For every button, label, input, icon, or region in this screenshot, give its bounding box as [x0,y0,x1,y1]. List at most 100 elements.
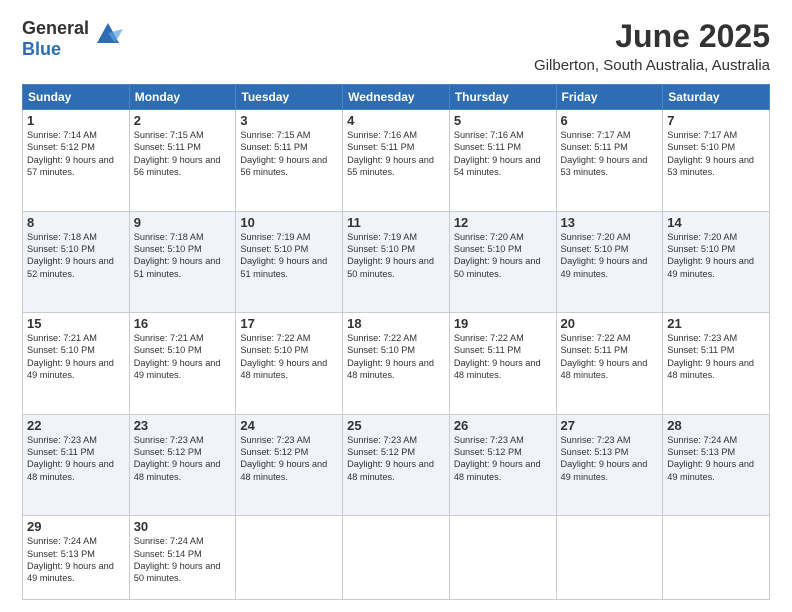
day-number: 1 [27,113,125,128]
day-info: Sunrise: 7:24 AMSunset: 5:14 PMDaylight:… [134,535,232,585]
day-number: 12 [454,215,552,230]
table-row: 28Sunrise: 7:24 AMSunset: 5:13 PMDayligh… [663,414,770,516]
table-row: 18Sunrise: 7:22 AMSunset: 5:10 PMDayligh… [343,313,450,415]
table-row: 4Sunrise: 7:16 AMSunset: 5:11 PMDaylight… [343,110,450,212]
table-row [449,516,556,600]
table-row: 22Sunrise: 7:23 AMSunset: 5:11 PMDayligh… [23,414,130,516]
table-row [663,516,770,600]
header: General Blue June 2025 Gilberton, South … [22,18,770,74]
day-info: Sunrise: 7:24 AMSunset: 5:13 PMDaylight:… [27,535,125,585]
day-info: Sunrise: 7:19 AMSunset: 5:10 PMDaylight:… [347,231,445,281]
day-number: 9 [134,215,232,230]
table-row: 5Sunrise: 7:16 AMSunset: 5:11 PMDaylight… [449,110,556,212]
day-number: 4 [347,113,445,128]
day-info: Sunrise: 7:22 AMSunset: 5:10 PMDaylight:… [240,332,338,382]
day-info: Sunrise: 7:20 AMSunset: 5:10 PMDaylight:… [561,231,659,281]
day-number: 19 [454,316,552,331]
table-row: 14Sunrise: 7:20 AMSunset: 5:10 PMDayligh… [663,211,770,313]
day-info: Sunrise: 7:14 AMSunset: 5:12 PMDaylight:… [27,129,125,179]
calendar-row: 15Sunrise: 7:21 AMSunset: 5:10 PMDayligh… [23,313,770,415]
day-number: 3 [240,113,338,128]
table-row: 24Sunrise: 7:23 AMSunset: 5:12 PMDayligh… [236,414,343,516]
day-number: 7 [667,113,765,128]
col-friday: Friday [556,85,663,110]
page: General Blue June 2025 Gilberton, South … [0,0,792,612]
table-row: 11Sunrise: 7:19 AMSunset: 5:10 PMDayligh… [343,211,450,313]
day-info: Sunrise: 7:23 AMSunset: 5:12 PMDaylight:… [454,434,552,484]
day-number: 14 [667,215,765,230]
logo-text: General Blue [22,18,123,59]
day-info: Sunrise: 7:22 AMSunset: 5:11 PMDaylight:… [454,332,552,382]
table-row: 25Sunrise: 7:23 AMSunset: 5:12 PMDayligh… [343,414,450,516]
day-info: Sunrise: 7:15 AMSunset: 5:11 PMDaylight:… [240,129,338,179]
day-number: 26 [454,418,552,433]
day-info: Sunrise: 7:23 AMSunset: 5:11 PMDaylight:… [27,434,125,484]
day-number: 30 [134,519,232,534]
table-row: 20Sunrise: 7:22 AMSunset: 5:11 PMDayligh… [556,313,663,415]
col-wednesday: Wednesday [343,85,450,110]
logo-blue: Blue [22,39,61,59]
day-info: Sunrise: 7:19 AMSunset: 5:10 PMDaylight:… [240,231,338,281]
day-info: Sunrise: 7:23 AMSunset: 5:12 PMDaylight:… [240,434,338,484]
table-row: 10Sunrise: 7:19 AMSunset: 5:10 PMDayligh… [236,211,343,313]
day-info: Sunrise: 7:20 AMSunset: 5:10 PMDaylight:… [667,231,765,281]
day-info: Sunrise: 7:15 AMSunset: 5:11 PMDaylight:… [134,129,232,179]
logo-icon [93,19,123,52]
day-number: 8 [27,215,125,230]
table-row: 6Sunrise: 7:17 AMSunset: 5:11 PMDaylight… [556,110,663,212]
table-row [343,516,450,600]
table-row: 16Sunrise: 7:21 AMSunset: 5:10 PMDayligh… [129,313,236,415]
table-row: 2Sunrise: 7:15 AMSunset: 5:11 PMDaylight… [129,110,236,212]
location-title: Gilberton, South Australia, Australia [534,57,770,74]
table-row: 13Sunrise: 7:20 AMSunset: 5:10 PMDayligh… [556,211,663,313]
day-number: 6 [561,113,659,128]
table-row [556,516,663,600]
calendar-header-row: Sunday Monday Tuesday Wednesday Thursday… [23,85,770,110]
calendar-row: 8Sunrise: 7:18 AMSunset: 5:10 PMDaylight… [23,211,770,313]
col-tuesday: Tuesday [236,85,343,110]
col-sunday: Sunday [23,85,130,110]
calendar-row: 29Sunrise: 7:24 AMSunset: 5:13 PMDayligh… [23,516,770,600]
table-row: 1Sunrise: 7:14 AMSunset: 5:12 PMDaylight… [23,110,130,212]
day-info: Sunrise: 7:17 AMSunset: 5:10 PMDaylight:… [667,129,765,179]
day-number: 5 [454,113,552,128]
day-info: Sunrise: 7:23 AMSunset: 5:11 PMDaylight:… [667,332,765,382]
table-row: 30Sunrise: 7:24 AMSunset: 5:14 PMDayligh… [129,516,236,600]
day-number: 24 [240,418,338,433]
day-info: Sunrise: 7:16 AMSunset: 5:11 PMDaylight:… [454,129,552,179]
day-number: 28 [667,418,765,433]
day-number: 25 [347,418,445,433]
day-number: 2 [134,113,232,128]
day-number: 27 [561,418,659,433]
day-number: 20 [561,316,659,331]
table-row [236,516,343,600]
table-row: 19Sunrise: 7:22 AMSunset: 5:11 PMDayligh… [449,313,556,415]
table-row: 26Sunrise: 7:23 AMSunset: 5:12 PMDayligh… [449,414,556,516]
day-info: Sunrise: 7:22 AMSunset: 5:11 PMDaylight:… [561,332,659,382]
day-number: 23 [134,418,232,433]
day-info: Sunrise: 7:18 AMSunset: 5:10 PMDaylight:… [27,231,125,281]
day-info: Sunrise: 7:22 AMSunset: 5:10 PMDaylight:… [347,332,445,382]
day-info: Sunrise: 7:17 AMSunset: 5:11 PMDaylight:… [561,129,659,179]
day-number: 22 [27,418,125,433]
day-info: Sunrise: 7:16 AMSunset: 5:11 PMDaylight:… [347,129,445,179]
month-title: June 2025 [534,18,770,55]
table-row: 21Sunrise: 7:23 AMSunset: 5:11 PMDayligh… [663,313,770,415]
table-row: 29Sunrise: 7:24 AMSunset: 5:13 PMDayligh… [23,516,130,600]
logo: General Blue [22,18,123,59]
day-number: 10 [240,215,338,230]
day-info: Sunrise: 7:20 AMSunset: 5:10 PMDaylight:… [454,231,552,281]
day-info: Sunrise: 7:23 AMSunset: 5:13 PMDaylight:… [561,434,659,484]
day-info: Sunrise: 7:18 AMSunset: 5:10 PMDaylight:… [134,231,232,281]
day-number: 17 [240,316,338,331]
day-number: 21 [667,316,765,331]
table-row: 3Sunrise: 7:15 AMSunset: 5:11 PMDaylight… [236,110,343,212]
day-number: 13 [561,215,659,230]
col-thursday: Thursday [449,85,556,110]
logo-general: General [22,18,89,38]
col-monday: Monday [129,85,236,110]
day-info: Sunrise: 7:23 AMSunset: 5:12 PMDaylight:… [134,434,232,484]
table-row: 8Sunrise: 7:18 AMSunset: 5:10 PMDaylight… [23,211,130,313]
calendar-table: Sunday Monday Tuesday Wednesday Thursday… [22,84,770,600]
day-info: Sunrise: 7:23 AMSunset: 5:12 PMDaylight:… [347,434,445,484]
